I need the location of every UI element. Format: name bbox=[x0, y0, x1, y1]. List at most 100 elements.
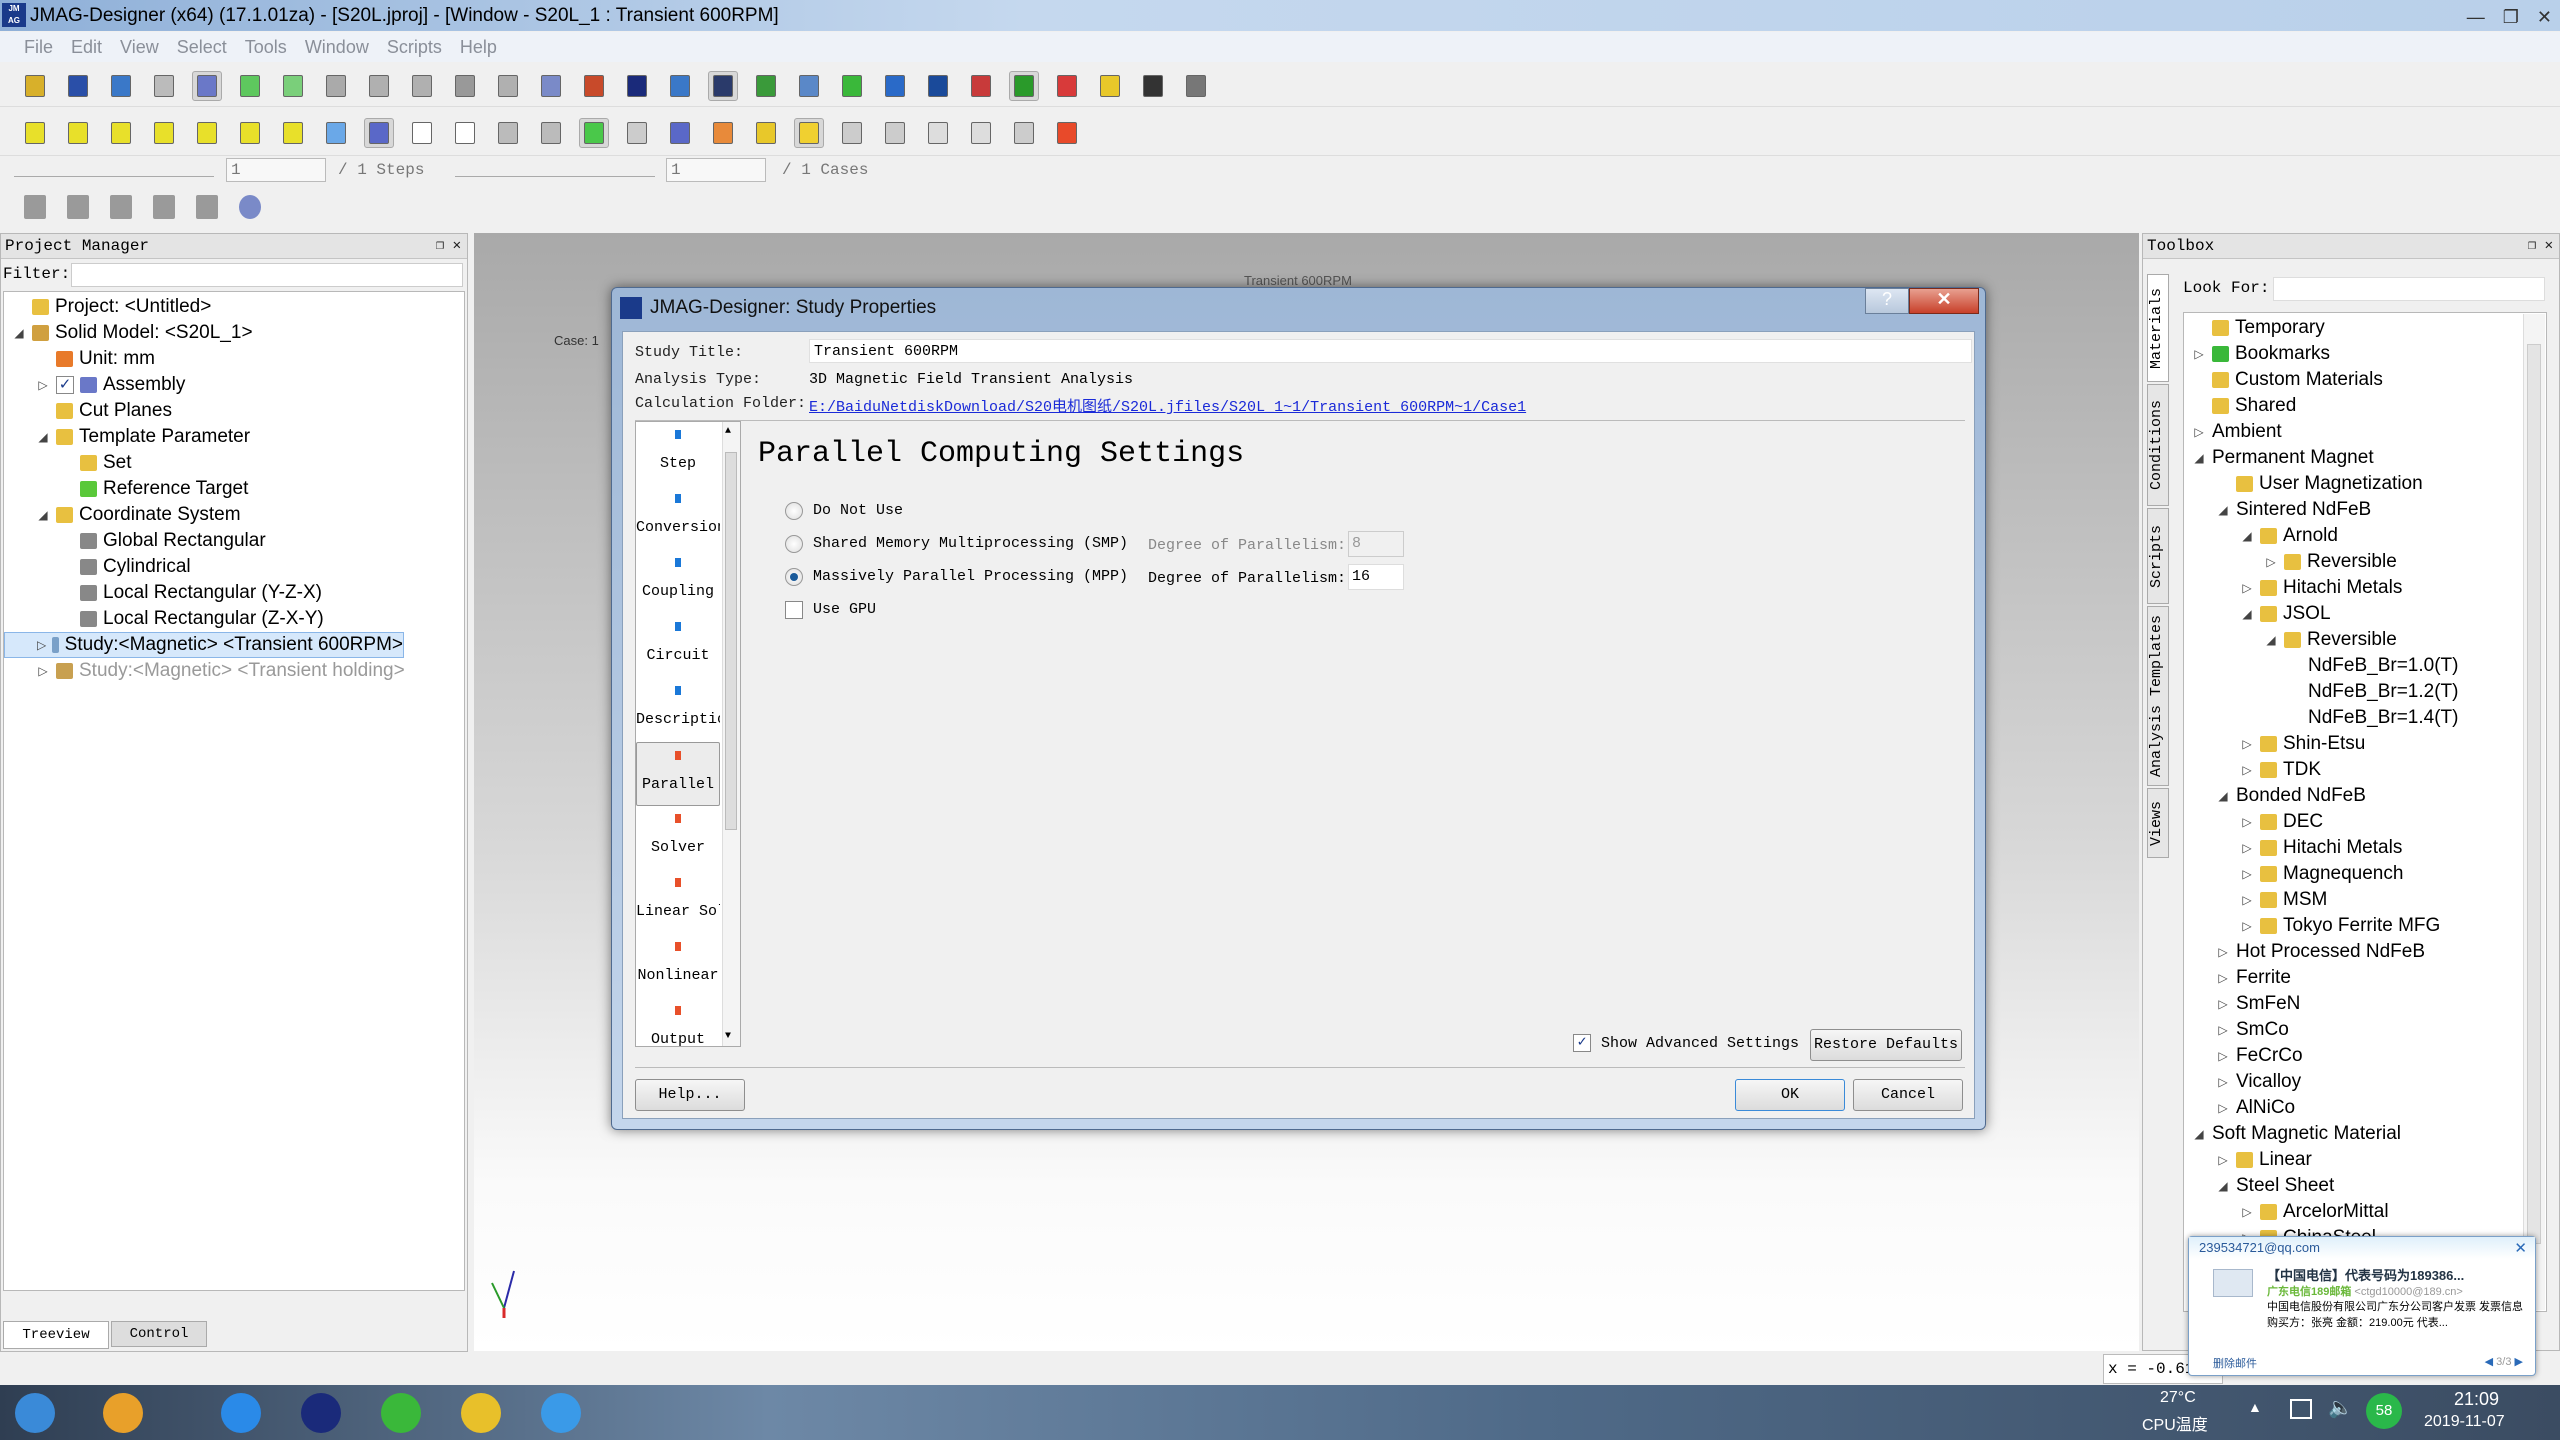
tree-item[interactable]: ◢ Coordinate System bbox=[4, 502, 240, 528]
face-blue-icon[interactable] bbox=[665, 118, 695, 148]
app-colorful-taskbar-button[interactable] bbox=[92, 1388, 154, 1438]
select-arrow-icon[interactable] bbox=[708, 70, 738, 101]
mpp-degree-spinner[interactable]: 16 bbox=[1348, 564, 1404, 590]
close-notification-icon[interactable]: ✕ bbox=[2514, 1239, 2527, 1257]
tree-item[interactable]: ◢ Template Parameter bbox=[4, 424, 250, 450]
prev-icon[interactable]: ◀ bbox=[2485, 1356, 2493, 1368]
radio-do-not-use[interactable] bbox=[785, 502, 803, 520]
restore-defaults-button[interactable]: Restore Defaults bbox=[1810, 1029, 1962, 1061]
section-icon[interactable] bbox=[579, 117, 609, 148]
face-orange-icon[interactable] bbox=[708, 118, 738, 148]
case-slider[interactable] bbox=[455, 165, 655, 177]
tree-item[interactable]: ▷ ✓ Assembly bbox=[4, 372, 185, 398]
collapsed-arrow-icon[interactable]: ▷ bbox=[2240, 861, 2254, 887]
collapsed-arrow-icon[interactable]: ▷ bbox=[2216, 965, 2230, 991]
tab-treeview[interactable]: Treeview bbox=[3, 1321, 109, 1349]
hidden-line-icon[interactable] bbox=[450, 118, 480, 148]
collapsed-arrow-icon[interactable]: ▷ bbox=[2216, 1147, 2230, 1173]
tree-item[interactable]: Global Rectangular bbox=[4, 528, 266, 554]
expanded-arrow-icon[interactable]: ◢ bbox=[2240, 601, 2254, 627]
tree-item[interactable]: ▷ Hitachi Metals bbox=[2184, 835, 2402, 861]
pan-icon[interactable] bbox=[880, 71, 910, 101]
cancel-button[interactable]: Cancel bbox=[1853, 1079, 1963, 1111]
rotate-icon[interactable] bbox=[837, 71, 867, 101]
expanded-arrow-icon[interactable]: ◢ bbox=[36, 424, 50, 450]
menu-edit[interactable]: Edit bbox=[71, 37, 102, 58]
tree-item[interactable]: ▷ Hot Processed NdFeB bbox=[2184, 939, 2425, 965]
menu-help[interactable]: Help bbox=[460, 37, 497, 58]
delete-mail-link[interactable]: 删除邮件 bbox=[2213, 1355, 2257, 1371]
materials-scrollbar[interactable] bbox=[2523, 314, 2545, 1310]
expanded-arrow-icon[interactable]: ◢ bbox=[36, 502, 50, 528]
collapsed-arrow-icon[interactable]: ▷ bbox=[36, 658, 50, 684]
ok-button[interactable]: OK bbox=[1735, 1079, 1845, 1111]
step-slider[interactable] bbox=[14, 165, 214, 177]
tree-item[interactable]: ◢ Permanent Magnet bbox=[2184, 445, 2373, 471]
wireframe-icon[interactable] bbox=[407, 118, 437, 148]
collapsed-arrow-icon[interactable]: ▷ bbox=[2240, 575, 2254, 601]
collapsed-arrow-icon[interactable]: ▷ bbox=[2216, 1017, 2230, 1043]
box-gray-2-icon[interactable] bbox=[837, 118, 867, 148]
tree-item[interactable]: ◢ Sintered NdFeB bbox=[2184, 497, 2371, 523]
fit-icon[interactable] bbox=[665, 71, 695, 101]
tree-item[interactable]: ▷ MSM bbox=[2184, 887, 2327, 913]
tree-item[interactable]: ▷ ArcelorMittal bbox=[2184, 1199, 2388, 1225]
tree-item[interactable]: Local Rectangular (Z-X-Y) bbox=[4, 606, 324, 632]
tree-item[interactable]: ▷ AlNiCo bbox=[2184, 1095, 2295, 1121]
box-gray-icon[interactable] bbox=[622, 118, 652, 148]
box-gray-3-icon[interactable] bbox=[880, 118, 910, 148]
open-icon[interactable] bbox=[20, 71, 50, 101]
smp-degree-spinner[interactable]: 8 bbox=[1348, 531, 1404, 557]
tab-materials[interactable]: Materials bbox=[2147, 274, 2169, 382]
copy-window-icon[interactable] bbox=[1138, 71, 1168, 101]
tree-item[interactable]: NdFeB_Br=1.4(T) bbox=[2184, 705, 2458, 731]
face-yellow-icon[interactable] bbox=[751, 118, 781, 148]
show-hidden-icons[interactable]: ▲ bbox=[2248, 1399, 2262, 1415]
tree-item[interactable]: ▷ Hitachi Metals bbox=[2184, 575, 2402, 601]
nav-item-nonlinear[interactable]: Nonlinear bbox=[636, 934, 720, 998]
tree-item[interactable]: ◢ Solid Model: <S20L_1> bbox=[4, 320, 252, 346]
tree-item[interactable]: ▷ Reversible bbox=[2184, 549, 2396, 575]
assembly-icon[interactable] bbox=[192, 70, 222, 101]
cube-view-4-icon[interactable] bbox=[149, 118, 179, 148]
tree-item[interactable]: ▷ Vicalloy bbox=[2184, 1069, 2301, 1095]
cube-view-3-icon[interactable] bbox=[106, 118, 136, 148]
tree-item[interactable]: NdFeB_Br=1.2(T) bbox=[2184, 679, 2458, 705]
tree-item[interactable]: ▷ Shin-Etsu bbox=[2184, 731, 2365, 757]
collapsed-arrow-icon[interactable]: ▷ bbox=[37, 632, 46, 658]
filter-input[interactable] bbox=[71, 263, 463, 287]
cube-view-2-icon[interactable] bbox=[63, 118, 93, 148]
shaded-icon[interactable] bbox=[364, 117, 394, 148]
nav-item-solver[interactable]: Solver bbox=[636, 806, 720, 870]
collapsed-arrow-icon[interactable]: ▷ bbox=[2240, 887, 2254, 913]
pyramid-2-icon[interactable] bbox=[966, 118, 996, 148]
cylinder-icon[interactable] bbox=[450, 71, 480, 101]
material-icon[interactable] bbox=[579, 71, 609, 101]
clock-time[interactable]: 21:09 bbox=[2454, 1389, 2499, 1410]
prev-frame-icon[interactable] bbox=[67, 195, 89, 219]
collapsed-arrow-icon[interactable]: ▷ bbox=[2216, 1043, 2230, 1069]
tab-analysis-templates[interactable]: Analysis Templates bbox=[2147, 606, 2169, 786]
browser-q-taskbar-button[interactable] bbox=[210, 1388, 272, 1438]
collapsed-arrow-icon[interactable]: ▷ bbox=[36, 372, 50, 398]
menu-scripts[interactable]: Scripts bbox=[387, 37, 442, 58]
start-orb-taskbar-button[interactable] bbox=[4, 1388, 66, 1438]
collapsed-arrow-icon[interactable]: ▷ bbox=[2264, 549, 2278, 575]
qq-drop-taskbar-button[interactable] bbox=[530, 1388, 592, 1438]
tree-item[interactable]: ▷ Ambient bbox=[2184, 419, 2281, 445]
part-icon[interactable] bbox=[235, 71, 265, 101]
nav-item-parallel[interactable]: Parallel bbox=[636, 742, 720, 806]
nav-scrollbar[interactable]: ▲ ▼ bbox=[722, 422, 740, 1046]
scroll-thumb[interactable] bbox=[2527, 344, 2541, 1244]
tree-item[interactable]: ◢ Bonded NdFeB bbox=[2184, 783, 2366, 809]
expanded-arrow-icon[interactable]: ◢ bbox=[2240, 523, 2254, 549]
tree-item[interactable]: ▷ TDK bbox=[2184, 757, 2321, 783]
scroll-down-icon[interactable]: ▼ bbox=[725, 1031, 731, 1042]
step-spinner[interactable]: 1 bbox=[226, 158, 326, 182]
tree-item[interactable]: ▷ Study:<Magnetic> <Transient holding> bbox=[4, 658, 404, 684]
tree-item[interactable]: ▷ Tokyo Ferrite MFG bbox=[2184, 913, 2440, 939]
tree-item[interactable]: Project: <Untitled> bbox=[4, 294, 211, 320]
menu-file[interactable]: File bbox=[24, 37, 53, 58]
probe-icon[interactable] bbox=[923, 71, 953, 101]
visibility-checkbox[interactable]: ✓ bbox=[56, 376, 74, 394]
